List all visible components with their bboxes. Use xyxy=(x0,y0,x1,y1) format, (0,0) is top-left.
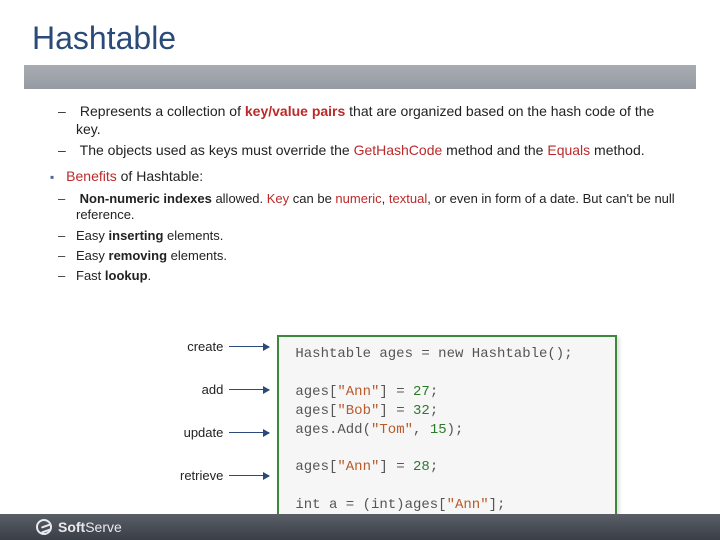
benefit-2: Easy inserting elements. xyxy=(76,228,680,244)
equals: Equals xyxy=(547,142,590,158)
text: update xyxy=(184,425,224,440)
code-blank xyxy=(295,439,599,458)
slide-title: Hashtable xyxy=(0,0,720,65)
code-line: Hashtable ages = new Hashtable(); xyxy=(295,345,599,364)
text: of Hashtable: xyxy=(117,168,203,184)
text: , xyxy=(413,422,430,438)
code-blank xyxy=(295,364,599,383)
benefits-word: Benefits xyxy=(66,168,117,184)
key-word: Key xyxy=(267,191,289,206)
text: ); xyxy=(447,422,464,438)
text: ; xyxy=(430,459,438,475)
number: 27 xyxy=(413,384,430,400)
textual-word: textual xyxy=(389,191,427,206)
code-diagram: create add update retrieve Hashtable age… xyxy=(180,335,617,525)
slide-content: Represents a collection of key/value pai… xyxy=(0,103,720,284)
benefit-1: Non-numeric indexes allowed. Key can be … xyxy=(76,191,680,224)
code-line: ages["Ann"] = 28; xyxy=(295,458,599,477)
code-line: int a = (int)ages["Ann"]; xyxy=(295,496,599,515)
text: ages[ xyxy=(295,459,337,475)
text: Hashtable ages = new Hashtable(); xyxy=(295,346,572,362)
label-add: add xyxy=(202,382,270,397)
code-line: ages.Add("Tom", 15); xyxy=(295,421,599,440)
text: retrieve xyxy=(180,468,223,483)
label-update: update xyxy=(184,425,270,440)
text: ; xyxy=(430,403,438,419)
text: ] = xyxy=(379,403,413,419)
arrow-icon xyxy=(229,389,269,390)
logo-icon xyxy=(36,519,52,535)
text: elements. xyxy=(163,228,223,243)
string: "Ann" xyxy=(337,384,379,400)
arrow-icon xyxy=(229,475,269,476)
text: ]; xyxy=(489,497,506,513)
intro-list: Represents a collection of key/value pai… xyxy=(76,103,680,160)
text: Represents a collection of xyxy=(80,103,245,119)
text: create xyxy=(187,339,223,354)
numeric-word: numeric xyxy=(335,191,381,206)
arrow-icon xyxy=(229,346,269,347)
benefits-list: Non-numeric indexes allowed. Key can be … xyxy=(76,191,680,284)
number: 15 xyxy=(430,422,447,438)
benefit-3: Easy removing elements. xyxy=(76,248,680,264)
code-sample: Hashtable ages = new Hashtable(); ages["… xyxy=(277,335,617,525)
title-divider xyxy=(24,65,696,89)
text: method and the xyxy=(442,142,547,158)
text: Soft xyxy=(58,519,85,535)
text: inserting xyxy=(109,228,164,243)
text: lookup xyxy=(105,268,148,283)
intro-item-1: Represents a collection of key/value pai… xyxy=(76,103,680,138)
string: "Tom" xyxy=(371,422,413,438)
text: The objects used as keys must override t… xyxy=(80,142,354,158)
text: Easy xyxy=(76,228,109,243)
text: Non-numeric indexes xyxy=(80,191,212,206)
text: Fast xyxy=(76,268,105,283)
gethashcode: GetHashCode xyxy=(354,142,443,158)
benefits-heading: Benefits of Hashtable: xyxy=(50,168,680,186)
label-retrieve: retrieve xyxy=(180,468,269,483)
string: "Bob" xyxy=(337,403,379,419)
text: ] = xyxy=(379,384,413,400)
text: Serve xyxy=(85,519,122,535)
text: ] = xyxy=(379,459,413,475)
key-value-pairs: key/value pairs xyxy=(245,103,345,119)
label-create: create xyxy=(187,339,269,354)
text: Easy xyxy=(76,248,109,263)
arrow-icon xyxy=(229,432,269,433)
text: int a = (int)ages[ xyxy=(295,497,446,513)
text: can be xyxy=(289,191,335,206)
string: "Ann" xyxy=(337,459,379,475)
number: 32 xyxy=(413,403,430,419)
text: elements. xyxy=(167,248,227,263)
string: "Ann" xyxy=(447,497,489,513)
operation-labels: create add update retrieve xyxy=(180,335,269,483)
footer-bar: SoftServe xyxy=(0,514,720,540)
text: ; xyxy=(430,384,438,400)
text: add xyxy=(202,382,224,397)
text: ages[ xyxy=(295,403,337,419)
brand-text: SoftServe xyxy=(58,519,122,535)
code-blank xyxy=(295,477,599,496)
number: 28 xyxy=(413,459,430,475)
text: . xyxy=(148,268,152,283)
text: , xyxy=(382,191,389,206)
text: ages[ xyxy=(295,384,337,400)
text: allowed. xyxy=(212,191,267,206)
code-line: ages["Ann"] = 27; xyxy=(295,383,599,402)
code-line: ages["Bob"] = 32; xyxy=(295,402,599,421)
intro-item-2: The objects used as keys must override t… xyxy=(76,142,680,160)
text: removing xyxy=(109,248,168,263)
text: method. xyxy=(590,142,644,158)
benefit-4: Fast lookup. xyxy=(76,268,680,284)
text: ages.Add( xyxy=(295,422,371,438)
